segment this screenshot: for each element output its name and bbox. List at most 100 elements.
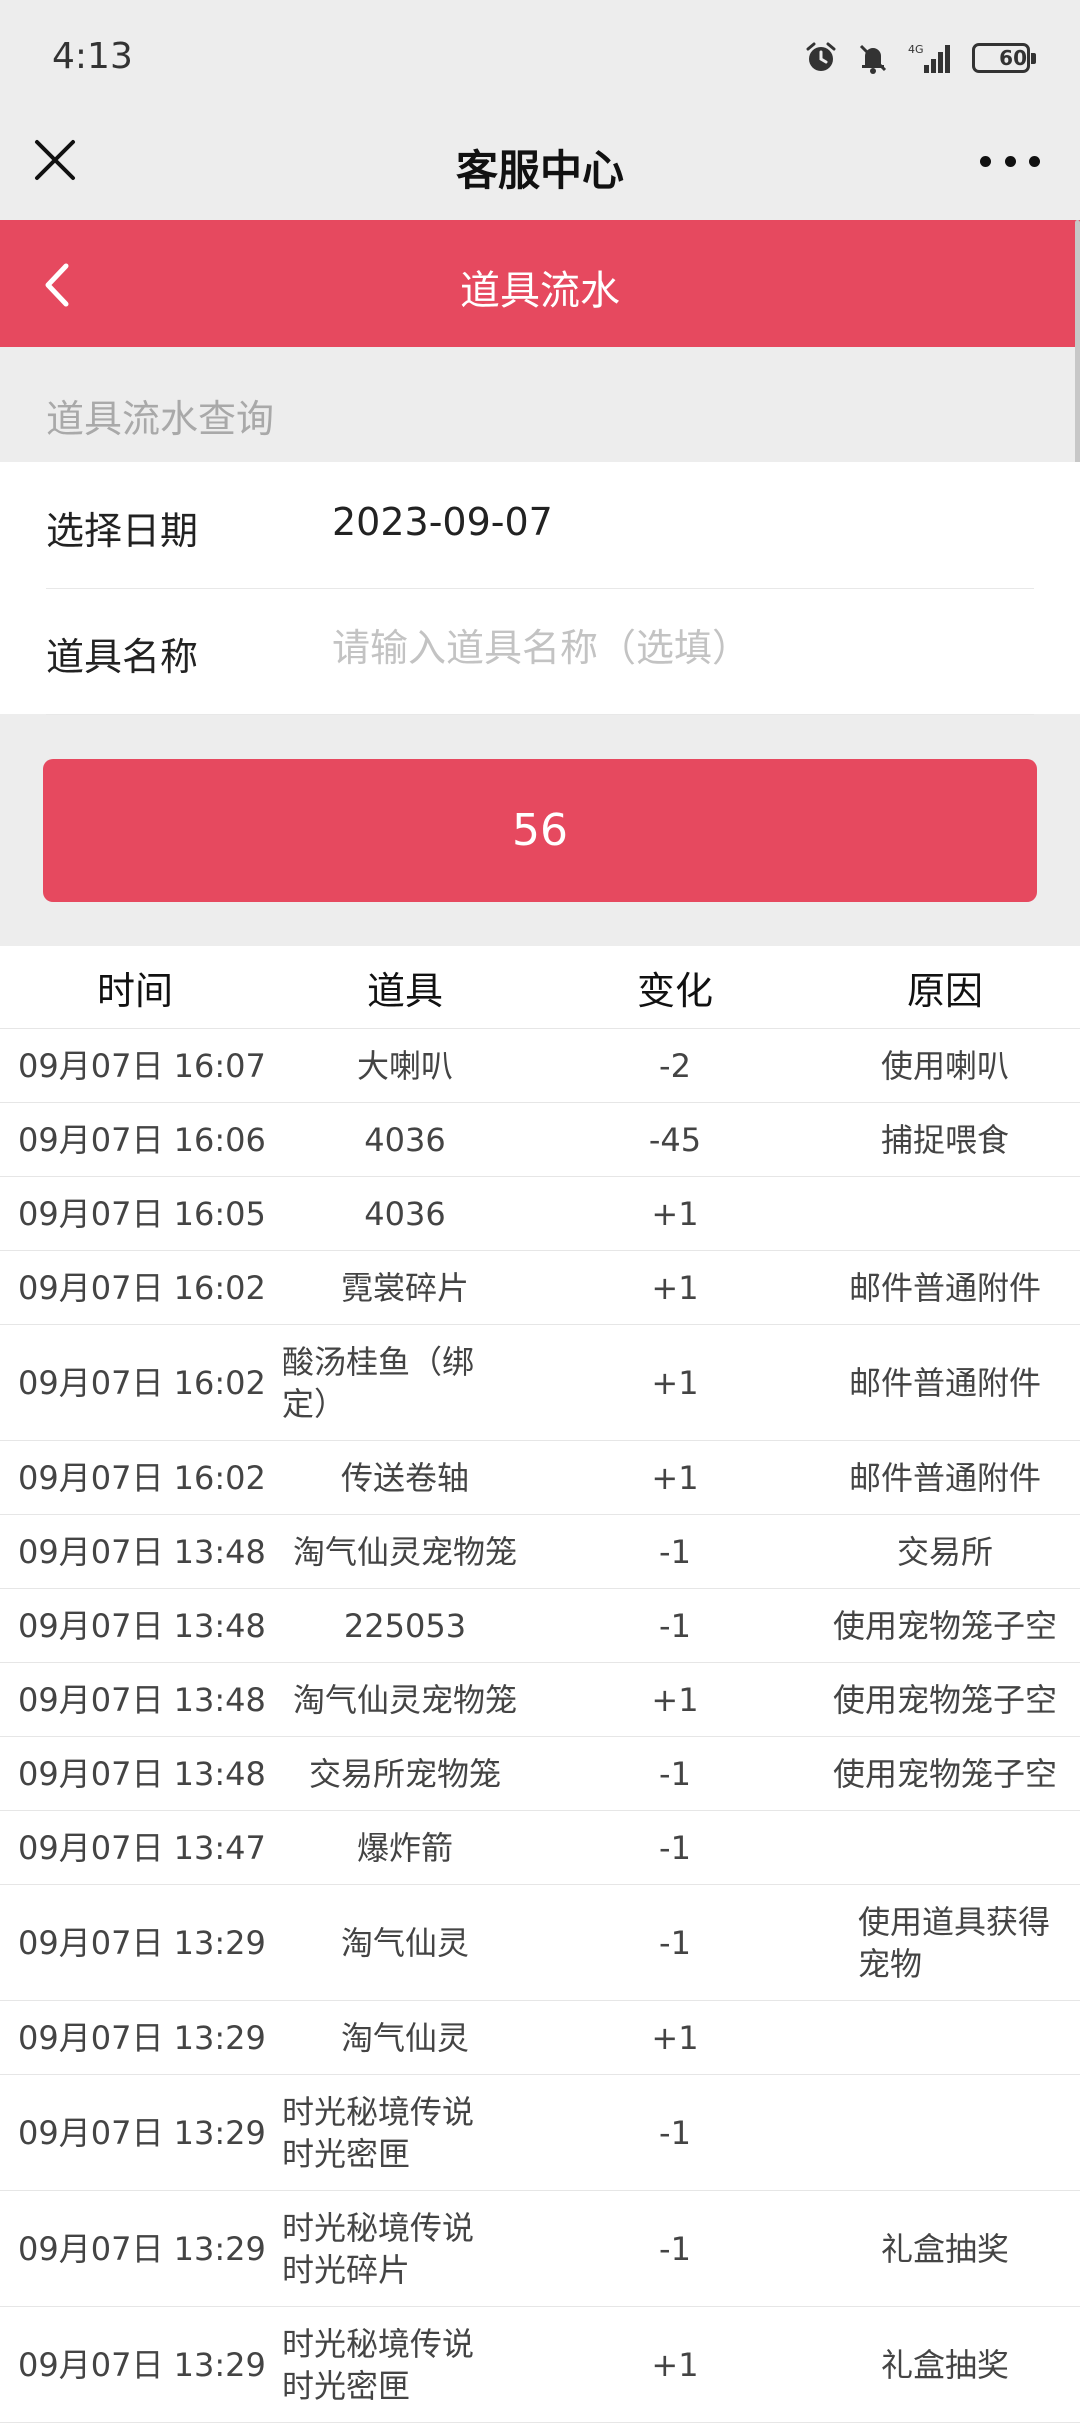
cell-time: 09月07日 16:02 [18,1458,266,1497]
cell-reason: 使用宠物笼子空 [832,1606,1057,1645]
cell-item: 4036 [364,1194,446,1233]
cell-reason: 邮件普通附件 [848,1268,1041,1307]
cell-time: 09月07日 16:05 [18,1194,266,1233]
cell-time: 09月07日 13:29 [18,2018,266,2057]
cell-item: 交易所宠物笼 [308,1754,501,1793]
item-name-input[interactable] [332,618,1012,678]
cell-change: +1 [651,2345,699,2384]
cell-reason: 使用道具获得宠物 [858,1902,1051,1983]
table-row: 09月07日 13:29 时光秘境传说时光碎片 -1 礼盒抽奖 [0,2191,1080,2307]
cell-change: -1 [659,1828,691,1867]
query-form: 选择日期 2023-09-07 道具名称 [0,462,1080,715]
cell-time: 09月07日 13:48 [18,1680,266,1719]
cell-change: +1 [651,1363,699,1402]
table-row: 09月07日 13:29 淘气仙灵 +1 [0,2001,1080,2075]
header-title: 道具流水 [460,268,620,314]
cell-change: +1 [651,1680,699,1719]
cell-change: -45 [648,1120,702,1159]
table-row: 09月07日 16:02 霓裳碎片 +1 邮件普通附件 [0,1251,1080,1325]
cell-time: 09月07日 16:06 [18,1120,266,1159]
table-row: 09月07日 16:05 4036 +1 [0,1177,1080,1251]
cell-reason: 礼盒抽奖 [880,2229,1009,2268]
cell-reason: 捕捉喂食 [880,1120,1009,1159]
battery-level: 60 [999,46,1027,70]
cell-time: 09月07日 13:48 [18,1532,266,1571]
signal-icon: 4G [908,41,954,75]
cell-time: 09月07日 13:29 [18,2345,266,2384]
cell-reason [810,2075,1080,2190]
cell-change: -1 [659,1923,691,1962]
cell-reason: 邮件普通附件 [848,1458,1041,1497]
cell-item: 大喇叭 [356,1046,453,1085]
date-label: 选择日期 [46,509,199,553]
status-bar: 4:13 4G 60 [0,0,1080,115]
cell-time: 09月07日 16:02 [18,1268,266,1307]
table-header: 时间 道具 变化 原因 [0,946,1080,1029]
cell-reason: 礼盒抽奖 [880,2345,1009,2384]
cell-change: -1 [659,2113,691,2152]
table-row: 09月07日 13:29 淘气仙灵 -1 使用道具获得宠物 [0,1885,1080,2001]
cell-change: +1 [651,1268,699,1307]
cell-time: 09月07日 13:48 [18,1606,266,1645]
cell-change: -1 [659,2229,691,2268]
cell-time: 09月07日 13:29 [18,2229,266,2268]
table-row: 09月07日 16:07 大喇叭 -2 使用喇叭 [0,1029,1080,1103]
status-time: 4:13 [52,36,133,77]
cell-reason [810,2001,1080,2074]
cell-item: 传送卷轴 [340,1458,469,1497]
date-row[interactable]: 选择日期 2023-09-07 [46,462,1034,589]
query-button[interactable]: 56 [43,759,1037,902]
header: 道具流水 [0,220,1080,347]
cell-time: 09月07日 16:07 [18,1046,266,1085]
cell-change: +1 [651,1194,699,1233]
header-reason: 原因 [906,968,983,1013]
cell-time: 09月07日 13:47 [18,1828,266,1867]
cell-reason: 邮件普通附件 [848,1363,1041,1402]
table-row: 09月07日 16:02 传送卷轴 +1 邮件普通附件 [0,1441,1080,1515]
page-title: 客服中心 [455,146,624,195]
cell-item: 时光秘境传说时光密匣 [282,2092,475,2173]
scrollbar[interactable] [1075,220,1080,480]
cell-reason [810,1811,1080,1884]
svg-text:4G: 4G [908,43,924,56]
table-row: 09月07日 13:29 时光秘境传说时光密匣 +1 礼盒抽奖 [0,2307,1080,2423]
cell-item: 霓裳碎片 [340,1268,469,1307]
header-time: 时间 [96,968,173,1013]
battery-icon: 60 [972,43,1036,73]
section-title: 道具流水查询 [46,397,275,441]
cell-item: 时光秘境传说时光碎片 [282,2208,475,2289]
more-icon[interactable] [980,151,1040,171]
status-icons: 4G 60 [804,36,1036,80]
cell-time: 09月07日 13:29 [18,1923,266,1962]
mute-bell-icon [856,41,890,75]
cell-time: 09月07日 16:02 [18,1363,266,1402]
cell-item: 淘气仙灵 [340,2018,469,2057]
cell-time: 09月07日 13:48 [18,1754,266,1793]
cell-reason: 使用宠物笼子空 [832,1754,1057,1793]
table-row: 09月07日 13:48 淘气仙灵宠物笼 +1 使用宠物笼子空 [0,1663,1080,1737]
cell-reason [810,1177,1080,1250]
table-row: 09月07日 13:48 交易所宠物笼 -1 使用宠物笼子空 [0,1737,1080,1811]
cell-item: 爆炸箭 [356,1828,453,1867]
cell-change: +1 [651,1458,699,1497]
cell-change: -1 [659,1532,691,1571]
table-row: 09月07日 13:29 时光秘境传说时光密匣 -1 [0,2075,1080,2191]
item-row: 道具名称 [46,588,1034,715]
cell-item: 4036 [364,1120,446,1159]
table-row: 09月07日 16:06 4036 -45 捕捉喂食 [0,1103,1080,1177]
cell-item: 时光秘境传说时光密匣 [282,2324,475,2405]
date-picker[interactable]: 2023-09-07 [332,500,553,544]
table-row: 09月07日 13:48 225053 -1 使用宠物笼子空 [0,1589,1080,1663]
cell-change: -1 [659,1754,691,1793]
cell-change: -1 [659,1606,691,1645]
item-label: 道具名称 [46,635,199,679]
cell-reason: 使用宠物笼子空 [832,1680,1057,1719]
cell-item: 淘气仙灵宠物笼 [292,1680,517,1719]
header-change: 变化 [636,968,713,1013]
header-item: 道具 [366,968,443,1013]
title-bar: 客服中心 [0,115,1080,220]
cell-reason: 交易所 [896,1532,993,1571]
alarm-icon [804,41,838,75]
table-row: 09月07日 13:48 淘气仙灵宠物笼 -1 交易所 [0,1515,1080,1589]
cell-change: -2 [659,1046,691,1085]
